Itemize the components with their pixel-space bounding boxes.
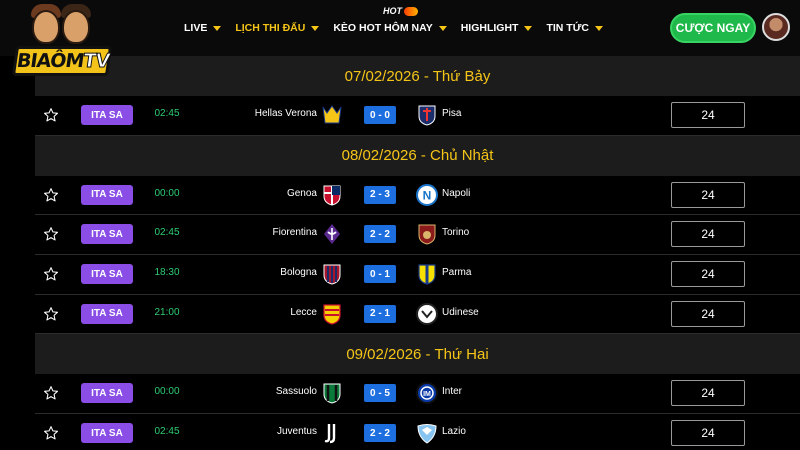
- away-team[interactable]: Lazio: [442, 426, 466, 437]
- lecce-crest-icon: [323, 304, 341, 325]
- home-team[interactable]: Sassuolo: [215, 386, 317, 397]
- parma-crest-icon: [418, 264, 436, 285]
- fiorentina-crest-icon: [324, 224, 340, 245]
- favorite-star-icon[interactable]: [43, 187, 59, 203]
- nav-live[interactable]: LIVE: [184, 22, 222, 34]
- league-badge[interactable]: ITA SA: [81, 184, 133, 205]
- nav-highlight[interactable]: HIGHLIGHT: [461, 22, 533, 34]
- udinese-crest-icon: [416, 302, 438, 325]
- away-team[interactable]: Parma: [442, 267, 471, 278]
- home-team[interactable]: Juventus: [215, 426, 317, 437]
- match-time: 02:45: [154, 108, 180, 119]
- match-time: 18:30: [154, 267, 180, 279]
- match-row[interactable]: ITA SA 02:45 Hellas Verona 0 - 0 Pisa 24: [35, 96, 800, 136]
- chevron-down-icon: [311, 25, 320, 31]
- league-badge[interactable]: ITA SA: [81, 423, 133, 444]
- bet-now-button[interactable]: CƯỢC NGAY: [670, 13, 756, 43]
- chevron-down-icon: [438, 25, 447, 31]
- score-badge[interactable]: 2 - 2: [364, 225, 396, 244]
- odds-button[interactable]: 24: [671, 102, 745, 128]
- genoa-crest-icon: [323, 185, 341, 206]
- home-team[interactable]: Genoa: [215, 188, 317, 199]
- away-team[interactable]: Udinese: [442, 307, 479, 318]
- away-team[interactable]: Napoli: [442, 188, 470, 199]
- favorite-star-icon[interactable]: [43, 226, 59, 242]
- home-team[interactable]: Hellas Verona: [215, 108, 317, 119]
- odds-button[interactable]: 24: [671, 420, 745, 447]
- chevron-down-icon: [524, 25, 533, 31]
- match-row[interactable]: ITA SA 00:00 Genoa 2 - 3 N Napoli 24: [35, 175, 800, 216]
- nav-news[interactable]: TIN TỨC: [546, 22, 604, 34]
- hellas-verona-crest-icon: [322, 105, 342, 124]
- favorite-star-icon[interactable]: [43, 385, 59, 401]
- date-header: 09/02/2026 - Thứ Hai: [35, 334, 800, 375]
- score-badge[interactable]: 0 - 0: [364, 106, 396, 124]
- site-logo[interactable]: BIAÔMTV: [11, 2, 113, 78]
- odds-button[interactable]: 24: [671, 380, 745, 407]
- logo-mascots: [24, 4, 98, 48]
- napoli-crest-icon: N: [416, 183, 438, 206]
- torino-crest-icon: [418, 224, 436, 245]
- home-team[interactable]: Lecce: [215, 307, 317, 318]
- league-badge[interactable]: ITA SA: [81, 105, 133, 125]
- flame-icon: [404, 6, 418, 16]
- league-badge[interactable]: ITA SA: [81, 224, 133, 245]
- main-nav: LIVE LỊCH THI ĐẤU KÈO HOT HÔM NAY HIGHLI…: [184, 22, 617, 34]
- away-team[interactable]: Torino: [442, 227, 469, 238]
- score-badge[interactable]: 2 - 3: [364, 185, 396, 204]
- nav-hot-odds[interactable]: KÈO HOT HÔM NAY: [333, 22, 447, 34]
- league-badge[interactable]: ITA SA: [81, 303, 133, 324]
- odds-button[interactable]: 24: [671, 261, 745, 288]
- nav-schedule[interactable]: LỊCH THI ĐẤU: [235, 22, 320, 34]
- home-team[interactable]: Bologna: [215, 267, 317, 278]
- match-time: 00:00: [154, 187, 180, 199]
- favorite-star-icon[interactable]: [43, 266, 59, 282]
- date-header: 08/02/2026 - Chủ Nhật: [35, 135, 800, 176]
- away-team[interactable]: Pisa: [442, 108, 461, 119]
- match-time: 02:45: [154, 426, 180, 438]
- chevron-down-icon: [213, 25, 222, 31]
- bologna-crest-icon: [323, 264, 341, 285]
- favorite-star-icon[interactable]: [43, 306, 59, 322]
- lazio-crest-icon: [417, 424, 437, 444]
- inter-crest-icon: IM: [416, 382, 438, 405]
- score-badge[interactable]: 2 - 2: [364, 424, 396, 443]
- juventus-crest-icon: [324, 424, 336, 444]
- match-time: 02:45: [154, 227, 180, 239]
- pisa-crest-icon: [418, 105, 436, 126]
- score-badge[interactable]: 2 - 1: [364, 304, 396, 323]
- match-time: 21:00: [154, 306, 180, 318]
- hot-badge: HOT: [383, 6, 418, 16]
- match-row[interactable]: ITA SA 00:00 Sassuolo 0 - 5 IM Inter 24: [35, 374, 800, 415]
- match-row[interactable]: ITA SA 18:30 Bologna 0 - 1 Parma 24: [35, 255, 800, 295]
- favorite-star-icon[interactable]: [43, 107, 59, 123]
- chevron-down-icon: [595, 25, 604, 31]
- match-schedule: 07/02/2026 - Thứ Bảy ITA SA 02:45 Hellas…: [35, 56, 800, 450]
- date-header: 07/02/2026 - Thứ Bảy: [35, 56, 800, 96]
- user-avatar[interactable]: [762, 13, 790, 41]
- svg-text:IM: IM: [423, 391, 431, 398]
- svg-text:N: N: [423, 188, 432, 202]
- odds-button[interactable]: 24: [671, 300, 745, 327]
- score-badge[interactable]: 0 - 5: [364, 384, 396, 403]
- match-row[interactable]: ITA SA 02:45 Juventus 2 - 2 Lazio 24: [35, 414, 800, 450]
- sassuolo-crest-icon: [323, 383, 341, 404]
- league-badge[interactable]: ITA SA: [81, 383, 133, 404]
- logo-wordmark: BIAÔMTV: [11, 46, 113, 76]
- score-badge[interactable]: 0 - 1: [364, 265, 396, 284]
- favorite-star-icon[interactable]: [43, 425, 59, 441]
- match-time: 00:00: [154, 386, 180, 398]
- odds-button[interactable]: 24: [671, 221, 745, 248]
- top-header: BIAÔMTV HOT LIVE LỊCH THI ĐẤU KÈO HOT HÔ…: [0, 0, 800, 76]
- away-team[interactable]: Inter: [442, 386, 462, 397]
- home-team[interactable]: Fiorentina: [215, 227, 317, 238]
- match-row[interactable]: ITA SA 21:00 Lecce 2 - 1 Udinese 24: [35, 294, 800, 335]
- odds-button[interactable]: 24: [671, 181, 745, 208]
- match-row[interactable]: ITA SA 02:45 Fiorentina 2 - 2 Torino 24: [35, 215, 800, 256]
- league-badge[interactable]: ITA SA: [81, 264, 133, 285]
